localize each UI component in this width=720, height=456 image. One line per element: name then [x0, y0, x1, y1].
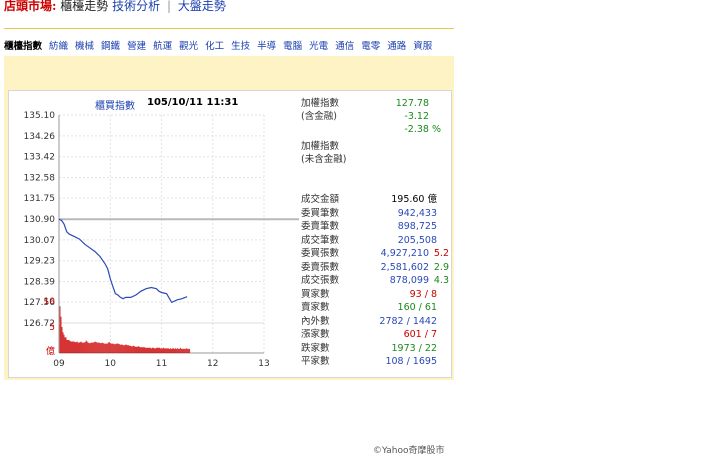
- tab-4[interactable]: 營建: [127, 38, 146, 52]
- tab-band: [4, 56, 454, 78]
- x-tick-label: 11: [156, 359, 167, 369]
- info-extra-5: 2.9: [433, 261, 449, 273]
- index-change: -3.12: [404, 111, 429, 122]
- tab-9[interactable]: 半導: [257, 38, 276, 52]
- tab-7[interactable]: 化工: [205, 38, 224, 52]
- info-value-9: 2782 / 1442: [379, 315, 437, 327]
- y-tick-label: 135.10: [24, 111, 56, 121]
- index2-label: 加權指數: [301, 141, 340, 152]
- tab-5[interactable]: 航運: [153, 38, 172, 52]
- header-rule: [4, 28, 454, 29]
- y-tick-label: 131.75: [24, 194, 56, 204]
- tab-6[interactable]: 觀光: [179, 38, 198, 52]
- info-label-9: 內外數: [301, 315, 330, 327]
- info-label-3: 成交筆數: [301, 234, 340, 246]
- info-value-11: 1973 / 22: [391, 342, 437, 354]
- chart-box: 櫃買指數 105/10/11 11:31 135.10 134.26 133.42 1…: [8, 90, 452, 456]
- y-tick-label: 132.58: [24, 174, 56, 184]
- info-label-11: 跌家數: [301, 342, 330, 354]
- divider: |: [166, 0, 171, 13]
- chart-panel: 櫃買指數 105/10/11 11:31 135.10 134.26 133.42 1…: [4, 78, 454, 456]
- tab-12[interactable]: 通信: [335, 38, 354, 52]
- info-label-10: 漲家數: [301, 329, 330, 340]
- index-change-pct: -2.38 %: [404, 124, 441, 135]
- volume-tick-label: 5: [49, 323, 55, 333]
- with-finance-label: (含金融): [301, 111, 337, 122]
- info-label-6: 成交張數: [301, 275, 340, 286]
- x-tick-label: 12: [207, 359, 218, 369]
- y-tick-label: 134.26: [24, 132, 56, 142]
- volume-tick-label: 10: [44, 297, 56, 307]
- info-extra-6: 4.3: [433, 275, 449, 286]
- current-view-label: 櫃檯走勢: [60, 0, 109, 13]
- info-value-6: 878,099: [389, 275, 429, 286]
- x-tick-label: 09: [53, 359, 65, 369]
- tab-14[interactable]: 通路: [387, 38, 406, 52]
- index-chart: 135.10 134.26 133.42 132.58 131.75 130.90 130.…: [24, 111, 299, 369]
- info-label-5: 委賣張數: [301, 261, 340, 273]
- tab-2[interactable]: 機械: [75, 38, 94, 52]
- tab-13[interactable]: 電零: [361, 38, 380, 52]
- market-info: 加權指數 127.78 (含金融) -3.12 -2.38 % 加權指數 (未含…: [301, 97, 451, 377]
- y-tick-label: 133.42: [24, 153, 56, 163]
- market-trend-link[interactable]: 大盤走勢: [178, 0, 226, 13]
- market-label: 店頭市場:: [4, 0, 57, 13]
- tab-8[interactable]: 生技: [231, 38, 250, 52]
- header: 店頭市場: 櫃檯走勢 技術分析 | 大盤走勢: [4, 0, 226, 15]
- info-value-10: 601 / 7: [403, 329, 437, 340]
- info-value-1: 942,433: [397, 207, 437, 219]
- info-value-8: 160 / 61: [397, 302, 437, 313]
- tab-1[interactable]: 紡織: [49, 38, 68, 52]
- info-label-12: 平家數: [301, 356, 330, 367]
- technical-analysis-link[interactable]: 技術分析: [112, 0, 160, 13]
- info-value-4: 4,927,210: [380, 248, 429, 259]
- tab-10[interactable]: 電腦: [283, 38, 302, 52]
- info-value-3: 205,508: [397, 234, 437, 246]
- info-value-0: 195.60 億: [391, 194, 437, 205]
- info-value-7: 93 / 8: [409, 288, 437, 300]
- y-tick-label: 129.23: [24, 257, 56, 267]
- tab-11[interactable]: 光電: [309, 38, 328, 52]
- volume-tick-label: 億: [46, 345, 55, 357]
- info-value-5: 2,581,602: [380, 261, 429, 273]
- info-label-1: 委買筆數: [301, 207, 340, 219]
- without-finance-label: (未含金融): [301, 154, 347, 165]
- info-label-4: 委買張數: [301, 248, 340, 259]
- y-tick-label: 128.39: [24, 278, 56, 288]
- info-label-7: 買家數: [301, 288, 330, 300]
- info-label-2: 委賣筆數: [301, 221, 340, 232]
- copyright: ©Yahoo奇摩股市: [373, 446, 445, 456]
- category-tabs: 櫃檯指數 紡織 機械 鋼鐵 營建 航運 觀光 化工 生技 半導 電腦 光電 通信 電零 通路 資服: [4, 34, 454, 56]
- info-label-0: 成交金額: [301, 194, 340, 205]
- tab-0[interactable]: 櫃檯指數: [4, 38, 42, 52]
- y-tick-label: 130.90: [24, 215, 56, 225]
- index-value: 127.78: [395, 98, 429, 109]
- x-tick-label: 10: [105, 359, 117, 369]
- info-label-8: 賣家數: [301, 302, 330, 313]
- tab-3[interactable]: 鋼鐵: [101, 38, 120, 52]
- x-tick-label: 13: [258, 359, 269, 369]
- index-label: 加權指數: [301, 98, 340, 109]
- info-extra-4: 5.2: [433, 248, 449, 259]
- tab-15[interactable]: 資服: [413, 38, 432, 52]
- y-tick-label: 130.07: [24, 236, 56, 246]
- info-value-12: 108 / 1695: [385, 356, 437, 367]
- info-value-2: 898,725: [397, 221, 437, 232]
